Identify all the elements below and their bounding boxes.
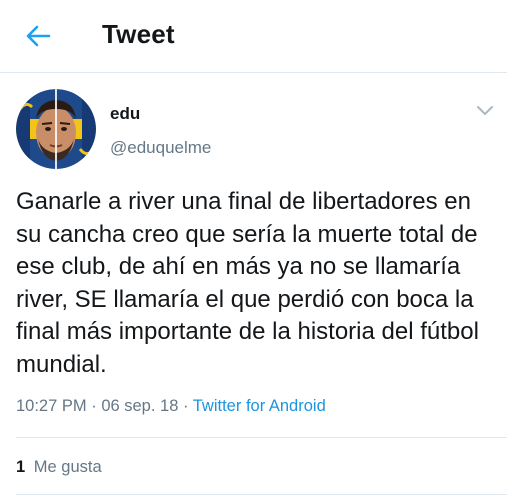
arrow-left-icon (26, 25, 51, 47)
tweet-time: 10:27 PM (16, 397, 87, 415)
app-header: Tweet (0, 0, 507, 73)
tweet-source-link[interactable]: Twitter for Android (193, 397, 326, 415)
likes-stat[interactable]: 1 Me gusta (16, 458, 102, 477)
back-button[interactable] (22, 20, 54, 52)
tweet-meta: 10:27 PM · 06 sep. 18 · Twitter for Andr… (16, 397, 326, 416)
divider (16, 437, 507, 438)
avatar[interactable] (16, 89, 96, 169)
likes-label: Me gusta (33, 458, 102, 476)
author-handle[interactable]: @eduquelme (110, 138, 211, 158)
likes-count: 1 (16, 458, 26, 476)
tweet-text: Ganarle a river una final de libertadore… (16, 188, 479, 378)
tweet-menu-button[interactable] (474, 102, 496, 118)
page-title: Tweet (102, 19, 175, 49)
meta-separator: · (91, 397, 97, 415)
meta-separator-2: · (182, 397, 189, 415)
tweet-date: 06 sep. 18 (101, 397, 179, 415)
chevron-down-icon (477, 105, 493, 115)
author-name[interactable]: edu (110, 104, 140, 124)
divider-bottom (16, 494, 507, 495)
avatar-photo (16, 89, 96, 169)
